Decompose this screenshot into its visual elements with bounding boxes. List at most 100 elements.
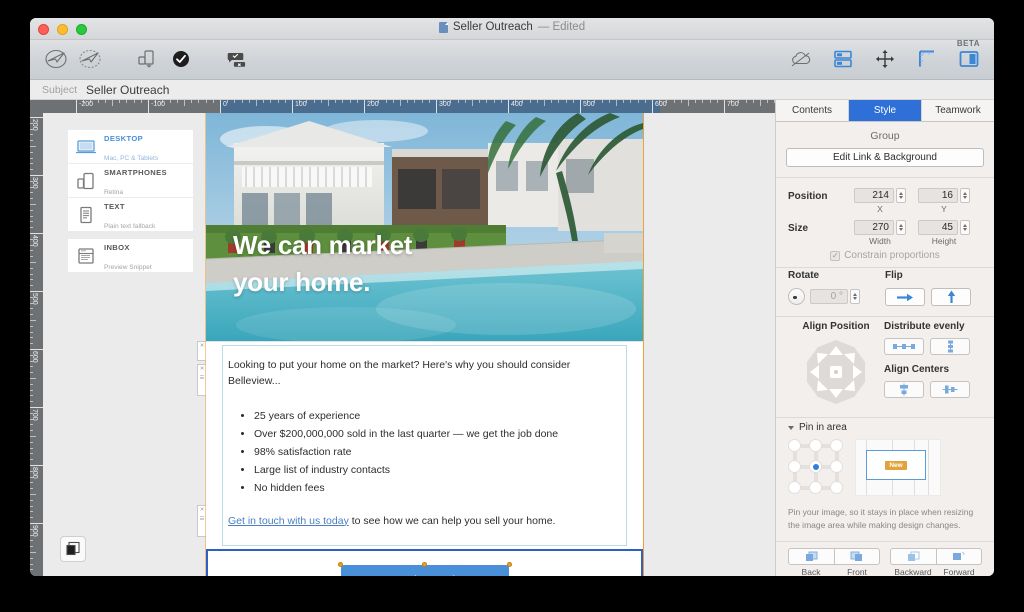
ruler-minor-tick [30,517,33,519]
subject-input[interactable]: Seller Outreach [86,83,169,97]
device-item-desktop[interactable]: DESKTOP Mac, PC & Tablets [68,130,193,163]
constrain-proportions-checkbox[interactable]: ✓ [830,250,841,261]
ruler-minor-tick [30,140,33,142]
ruler-minor-tick [30,430,33,432]
drag-handle-icon[interactable]: ☰ [200,375,205,382]
horizontal-ruler[interactable]: -200 -100 0 100 200 300 400 500 600 700 [30,100,775,113]
position-x-stepper[interactable] [896,188,906,203]
align-center-horizontal-button[interactable] [930,381,970,398]
pin-anchor-tr[interactable] [830,439,843,452]
device-item-smartphones[interactable]: SMARTPHONES Retina [68,164,193,197]
distribute-horizontal-icon [893,344,915,349]
ruler-minor-tick [119,100,121,103]
ruler-minor-tick [716,100,718,103]
ruler-minor-tick [515,100,517,103]
ruler-minor-tick [104,100,106,103]
distribute-horizontal-button[interactable] [884,338,924,355]
ruler-minor-tick [392,100,394,103]
bring-to-front-button[interactable] [834,547,880,565]
tab-contents[interactable]: Contents [776,100,849,121]
comments-icon[interactable] [222,44,252,74]
guide-left-orange[interactable] [205,113,206,576]
pin-anchor-tc[interactable] [809,439,822,452]
bring-forward-button[interactable] [936,547,982,565]
drag-handle-icon[interactable]: ☰ [200,516,205,523]
analytics-icon[interactable] [132,44,162,74]
ruler-minor-tick [30,267,33,269]
close-icon[interactable]: ✕ [200,343,205,350]
pin-anchor-mr[interactable] [830,460,843,473]
move-icon[interactable] [870,44,900,74]
send-icon[interactable] [42,44,72,74]
hero-image-block[interactable]: We can market your home. [206,113,643,341]
position-y-input[interactable]: 16 [918,188,958,203]
rotate-stepper[interactable] [850,289,860,304]
resize-handle-tc[interactable] [422,562,427,568]
align-position-label: Align Position [802,321,870,332]
email-button-block[interactable]: Get in touch [206,548,643,576]
layers-button[interactable] [60,536,86,562]
ruler-minor-tick [738,100,740,103]
align-position-pad[interactable] [802,338,870,406]
position-y-stepper[interactable] [960,188,970,203]
email-text-block[interactable]: Looking to put your home on the market? … [206,341,643,549]
ruler-minor-tick [112,100,113,106]
position-x-input[interactable]: 214 [854,188,894,203]
flip-horizontal-button[interactable] [885,288,925,306]
ruler-minor-tick [30,151,33,153]
closing-paragraph: Get in touch with us today to see how we… [228,515,621,527]
pin-in-area-header[interactable]: Pin in area [776,418,994,439]
ruler-icon[interactable] [912,44,942,74]
rotate-dial[interactable] [788,288,805,305]
send-backward-button[interactable] [890,547,937,565]
align-center-vertical-button[interactable] [884,381,924,398]
ruler-minor-tick [299,100,301,103]
guide-right-orange[interactable] [643,113,644,576]
pin-anchor-ml[interactable] [788,460,801,473]
ruler-minor-tick [227,100,229,103]
tab-style[interactable]: Style [849,100,922,121]
ruler-minor-tick [30,528,33,530]
ruler-minor-tick [760,100,761,106]
resize-handle-tl[interactable] [337,562,343,568]
size-height-input[interactable]: 45 [918,220,958,235]
cta-button[interactable]: Get in touch [337,562,512,576]
size-width-stepper[interactable] [896,220,906,235]
inspector-panel-icon[interactable] [954,44,984,74]
rotate-input[interactable]: 0 ° [810,289,848,304]
pin-anchor-br[interactable] [830,481,843,494]
cloud-icon[interactable] [786,44,816,74]
edit-link-background-button[interactable]: Edit Link & Background [786,148,984,167]
test-send-icon[interactable] [76,44,106,74]
pin-anchor-tl[interactable] [788,439,801,452]
close-icon[interactable]: ✕ [200,507,205,514]
get-in-touch-link[interactable]: Get in touch with us today [228,515,349,527]
check-circle-icon[interactable] [166,44,196,74]
list-item: Large list of industry contacts [254,461,621,479]
resize-handle-tr[interactable] [506,562,512,568]
constrain-proportions-row[interactable]: ✓ Constrain proportions [788,250,982,261]
design-canvas[interactable]: DESKTOP Mac, PC & Tablets SMARTPHONES Re… [43,113,775,576]
close-icon[interactable]: ✕ [200,366,205,373]
tab-teamwork[interactable]: Teamwork [922,100,994,121]
pin-anchor-grid[interactable] [788,439,845,496]
ruler-minor-tick [30,511,33,513]
ruler-minor-tick [479,100,481,103]
size-width-input[interactable]: 270 [854,220,894,235]
ruler-minor-tick [30,575,33,576]
device-item-inbox[interactable]: INBOX Preview Snippet [68,239,193,272]
distribute-vertical-button[interactable] [930,338,970,355]
flip-vertical-button[interactable] [931,288,971,306]
vertical-ruler[interactable]: 200 300 400 500 600 700 800 900 [30,113,43,576]
ruler-minor-tick [90,100,92,103]
flip-vertical-icon [947,290,955,303]
ruler-minor-tick [30,308,33,310]
layout-icon[interactable] [828,44,858,74]
pin-anchor-bc[interactable] [809,481,822,494]
disclosure-triangle-icon[interactable] [788,425,794,430]
pin-anchor-bl[interactable] [788,481,801,494]
send-to-back-button[interactable] [788,547,835,565]
device-item-text[interactable]: TEXT Plain text fallback [68,198,193,231]
pin-anchor-center[interactable] [809,460,822,473]
size-height-stepper[interactable] [960,220,970,235]
